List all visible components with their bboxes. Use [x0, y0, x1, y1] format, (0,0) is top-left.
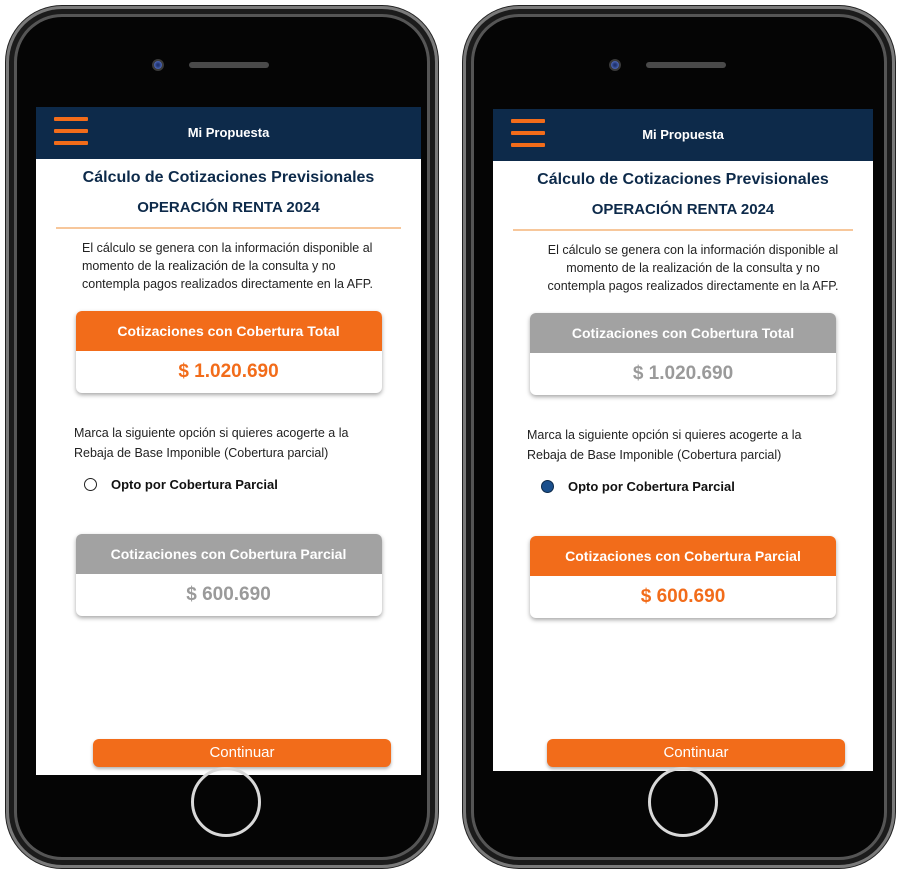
app-bar: Mi Propuesta: [36, 107, 421, 159]
partial-coverage-radio-label: Opto por Cobertura Parcial: [568, 479, 735, 494]
partial-coverage-radio[interactable]: [541, 480, 554, 493]
page-title: Cálculo de Cotizaciones Previsionales: [82, 169, 375, 186]
speaker-grille: [189, 62, 269, 68]
camera-icon: [152, 59, 164, 71]
app-bar: Mi Propuesta: [493, 109, 873, 161]
total-coverage-label: Cotizaciones con Cobertura Total: [530, 313, 836, 353]
option-instruction: Marca la siguiente opción si quieres aco…: [74, 426, 349, 460]
total-coverage-value: $ 1.020.690: [632, 363, 734, 384]
continue-button[interactable]: Continuar: [93, 739, 391, 767]
info-text: El cálculo se genera con la información …: [82, 241, 373, 291]
partial-coverage-card: Cotizaciones con Cobertura Parcial $ 600…: [530, 536, 836, 618]
phone-screen: Mi Propuesta Cálculo de Cotizaciones Pre…: [493, 109, 873, 771]
partial-coverage-value: $ 600.690: [186, 584, 271, 605]
partial-coverage-label: Cotizaciones con Cobertura Parcial: [75, 534, 382, 574]
partial-coverage-option[interactable]: Opto por Cobertura Parcial: [36, 477, 421, 492]
partial-coverage-card: Cotizaciones con Cobertura Parcial $ 600…: [75, 534, 382, 616]
mockup-stage: Mi Propuesta Cálculo de Cotizaciones Pre…: [0, 0, 897, 871]
partial-coverage-label: Cotizaciones con Cobertura Parcial: [530, 536, 836, 576]
page-title: Cálculo de Cotizaciones Previsionales: [537, 171, 829, 188]
continue-button[interactable]: Continuar: [547, 739, 845, 767]
partial-coverage-radio-label: Opto por Cobertura Parcial: [111, 477, 278, 492]
home-button[interactable]: [191, 767, 261, 837]
divider: [513, 229, 853, 231]
partial-coverage-radio[interactable]: [84, 478, 97, 491]
phone-frame-left: Mi Propuesta Cálculo de Cotizaciones Pre…: [6, 6, 438, 868]
partial-coverage-value: $ 600.690: [640, 586, 726, 607]
partial-coverage-option[interactable]: Opto por Cobertura Parcial: [493, 479, 873, 494]
phone-screen: Mi Propuesta Cálculo de Cotizaciones Pre…: [36, 107, 421, 775]
camera-icon: [609, 59, 621, 71]
page-subtitle: OPERACIÓN RENTA 2024: [591, 201, 775, 218]
phone-frame-right: Mi Propuesta Cálculo de Cotizaciones Pre…: [463, 6, 895, 868]
info-text: El cálculo se genera con la información …: [547, 243, 839, 293]
divider: [56, 227, 401, 229]
speaker-grille: [646, 62, 726, 68]
home-button[interactable]: [648, 767, 718, 837]
app-bar-title: Mi Propuesta: [187, 125, 270, 140]
total-coverage-card: Cotizaciones con Cobertura Total $ 1.020…: [530, 313, 836, 395]
page-subtitle: OPERACIÓN RENTA 2024: [137, 199, 320, 216]
app-bar-title: Mi Propuesta: [642, 127, 724, 142]
option-instruction: Marca la siguiente opción si quieres aco…: [527, 428, 802, 462]
total-coverage-label: Cotizaciones con Cobertura Total: [75, 311, 382, 351]
total-coverage-card: Cotizaciones con Cobertura Total $ 1.020…: [75, 311, 382, 393]
total-coverage-value: $ 1.020.690: [178, 361, 279, 382]
